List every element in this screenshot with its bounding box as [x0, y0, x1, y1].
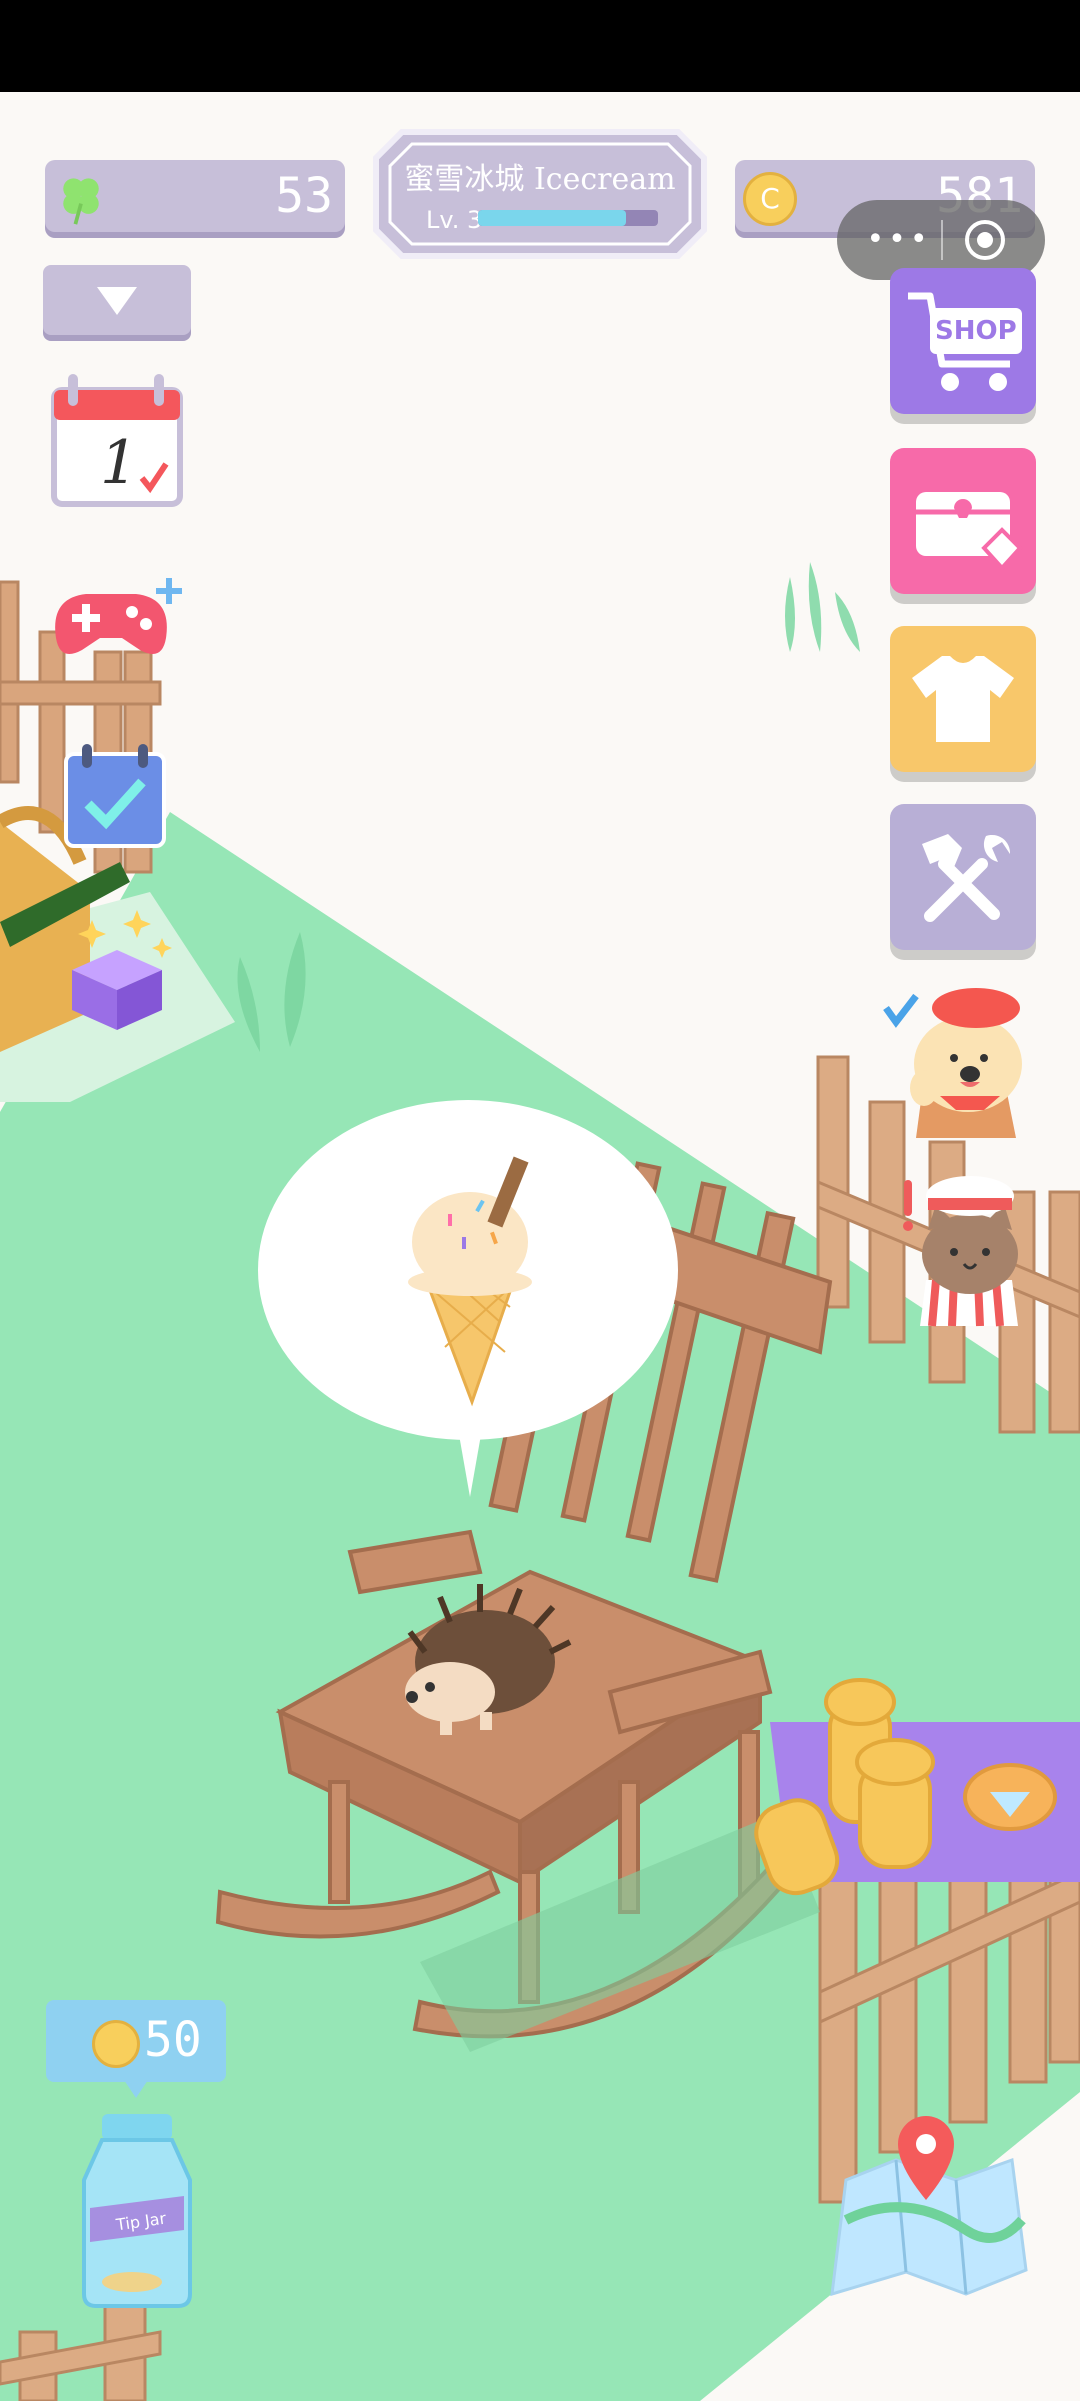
tip-amount: 50	[144, 2012, 202, 2068]
cat-chef-staff[interactable]	[896, 1160, 1036, 1330]
close-target-button[interactable]	[961, 216, 1017, 264]
wardrobe-button[interactable]	[890, 626, 1036, 772]
gamepad-icon	[55, 578, 182, 654]
cat-character-icon	[903, 1176, 1018, 1327]
shop-button[interactable]: SHOP	[890, 268, 1036, 414]
tip-jar-icon	[82, 2114, 192, 2308]
coin-icon: C	[743, 172, 797, 226]
tip-amount-bubble: 50	[46, 2000, 226, 2098]
tools-button[interactable]	[890, 804, 1036, 950]
shop-label: SHOP	[935, 316, 1017, 346]
hammer-wrench-icon	[922, 834, 1011, 922]
clover-counter: 53	[45, 160, 345, 232]
game-center-button[interactable]	[46, 578, 186, 668]
tip-jar-button[interactable]: 50 Tip Jar	[46, 2000, 226, 2310]
grass-tuft-top	[785, 562, 860, 652]
treasure-chest-icon	[916, 492, 1023, 571]
map-icon	[830, 2116, 1028, 2297]
dog-character-icon	[883, 988, 1022, 1138]
level-progress-bar	[478, 210, 658, 226]
calendar-day: 1	[100, 428, 139, 498]
clover-icon	[63, 178, 99, 225]
tip-bubble-tail	[124, 2080, 148, 2098]
checklist-icon	[64, 744, 166, 848]
treasure-chest-button[interactable]	[890, 448, 1036, 594]
level-label: Lv. 3	[426, 206, 483, 234]
status-bar	[0, 0, 1080, 92]
dropdown-button[interactable]	[43, 265, 191, 335]
capsule-divider	[941, 220, 943, 260]
daily-task-button[interactable]	[62, 742, 168, 850]
level-progress-fill	[478, 210, 626, 226]
tip-coin-icon	[92, 2020, 140, 2068]
shop-name-plate[interactable]: 蜜雪冰城 Icecream Lv. 3	[372, 128, 708, 260]
more-menu-button[interactable]: •••	[859, 216, 939, 264]
target-icon	[965, 220, 1005, 260]
calendar-checkin-button[interactable]: 1	[50, 370, 184, 510]
triangle-down-icon	[97, 287, 137, 315]
gift-box-button[interactable]	[52, 900, 182, 1040]
clover-count: 53	[275, 168, 333, 224]
tshirt-icon	[912, 656, 1014, 742]
shop-name: 蜜雪冰城 Icecream	[404, 162, 676, 197]
dog-chef-staff[interactable]	[880, 978, 1040, 1148]
map-button[interactable]	[826, 2110, 1032, 2300]
gift-box-icon	[72, 910, 172, 1030]
